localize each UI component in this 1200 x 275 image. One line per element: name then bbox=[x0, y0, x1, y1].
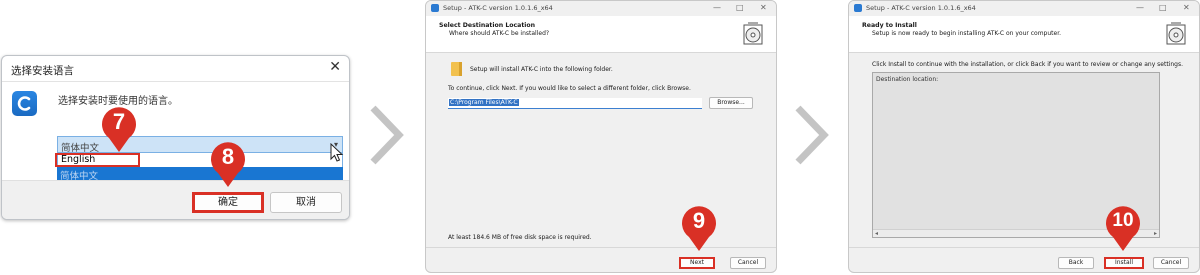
back-button[interactable]: Back bbox=[1058, 257, 1094, 269]
ok-button[interactable]: 确定 bbox=[192, 192, 264, 213]
dialog-title: 选择安装语言 bbox=[11, 65, 74, 77]
setup-window-destination: Setup - ATK-C version 1.0.1.6_x64 — □ ✕ … bbox=[425, 0, 777, 273]
window-title: Setup - ATK-C version 1.0.1.6_x64 bbox=[866, 4, 976, 12]
page-subheading: Setup is now ready to begin installing A… bbox=[872, 30, 1062, 37]
app-icon bbox=[12, 91, 37, 116]
cancel-button[interactable]: 取消 bbox=[270, 192, 342, 213]
wizard-header: Select Destination Location Where should… bbox=[426, 16, 776, 53]
maximize-icon[interactable]: □ bbox=[736, 3, 744, 12]
page-heading: Select Destination Location bbox=[439, 22, 536, 29]
mouse-cursor-icon bbox=[330, 143, 344, 162]
option-chinese[interactable]: 简体中文 bbox=[57, 167, 343, 181]
highlight-box bbox=[55, 153, 140, 167]
install-button[interactable]: Install bbox=[1104, 257, 1144, 269]
window-title: Setup - ATK-C version 1.0.1.6_x64 bbox=[443, 4, 553, 12]
disk-space-note: At least 184.6 MB of free disk space is … bbox=[448, 234, 592, 241]
cancel-button[interactable]: Cancel bbox=[730, 257, 766, 269]
page-subheading: Where should ATK-C be installed? bbox=[449, 30, 550, 37]
wizard-header: Ready to Install Setup is now ready to b… bbox=[849, 16, 1199, 53]
close-icon[interactable]: ✕ bbox=[329, 59, 341, 75]
title-bar: Setup - ATK-C version 1.0.1.6_x64 — □ ✕ bbox=[849, 1, 1199, 16]
scroll-right-icon[interactable]: ▸ bbox=[1154, 230, 1157, 237]
language-select-value: 简体中文 bbox=[61, 143, 100, 154]
memo-label: Destination location: bbox=[876, 76, 939, 83]
title-bar: 选择安装语言 ✕ bbox=[2, 56, 349, 82]
minimize-icon[interactable]: — bbox=[713, 3, 721, 12]
maximize-icon[interactable]: □ bbox=[1159, 3, 1167, 12]
chevron-right-icon bbox=[795, 105, 829, 165]
path-input[interactable]: C:\Program Files\ATK-C bbox=[448, 98, 702, 109]
folder-icon bbox=[451, 62, 462, 76]
setup-window-ready: Setup - ATK-C version 1.0.1.6_x64 — □ ✕ … bbox=[848, 0, 1200, 273]
step-number: 9 bbox=[692, 208, 706, 233]
step-marker-8: 8 bbox=[209, 140, 247, 188]
step-marker-7: 7 bbox=[100, 105, 138, 153]
divider bbox=[849, 247, 1199, 248]
setup-icon bbox=[431, 4, 439, 12]
step-number: 8 bbox=[221, 144, 235, 169]
step-marker-10: 10 bbox=[1104, 204, 1142, 252]
install-disc-icon bbox=[743, 22, 763, 45]
install-disc-icon bbox=[1166, 22, 1186, 45]
step-marker-9: 9 bbox=[680, 204, 718, 252]
path-value: C:\Program Files\ATK-C bbox=[449, 99, 519, 106]
step-number: 7 bbox=[112, 109, 126, 134]
close-icon[interactable]: ✕ bbox=[1183, 3, 1190, 12]
close-icon[interactable]: ✕ bbox=[760, 3, 767, 12]
ready-instruction: Click Install to continue with the insta… bbox=[872, 61, 1184, 68]
next-button[interactable]: Next bbox=[679, 257, 715, 269]
browse-instruction: To continue, click Next. If you would li… bbox=[448, 85, 691, 92]
divider bbox=[426, 247, 776, 248]
minimize-icon[interactable]: — bbox=[1136, 3, 1144, 12]
browse-button[interactable]: Browse... bbox=[709, 97, 753, 109]
step-number: 10 bbox=[1112, 210, 1134, 231]
cancel-button[interactable]: Cancel bbox=[1153, 257, 1189, 269]
title-bar: Setup - ATK-C version 1.0.1.6_x64 — □ ✕ bbox=[426, 1, 776, 16]
install-info: Setup will install ATK-C into the follow… bbox=[470, 66, 613, 73]
chevron-right-icon bbox=[370, 105, 404, 165]
page-heading: Ready to Install bbox=[862, 22, 917, 29]
scroll-left-icon[interactable]: ◂ bbox=[875, 230, 878, 237]
language-dialog: 选择安装语言 ✕ 选择安装时要使用的语言。 简体中文 ▾ English 简体中… bbox=[1, 55, 350, 220]
setup-icon bbox=[854, 4, 862, 12]
